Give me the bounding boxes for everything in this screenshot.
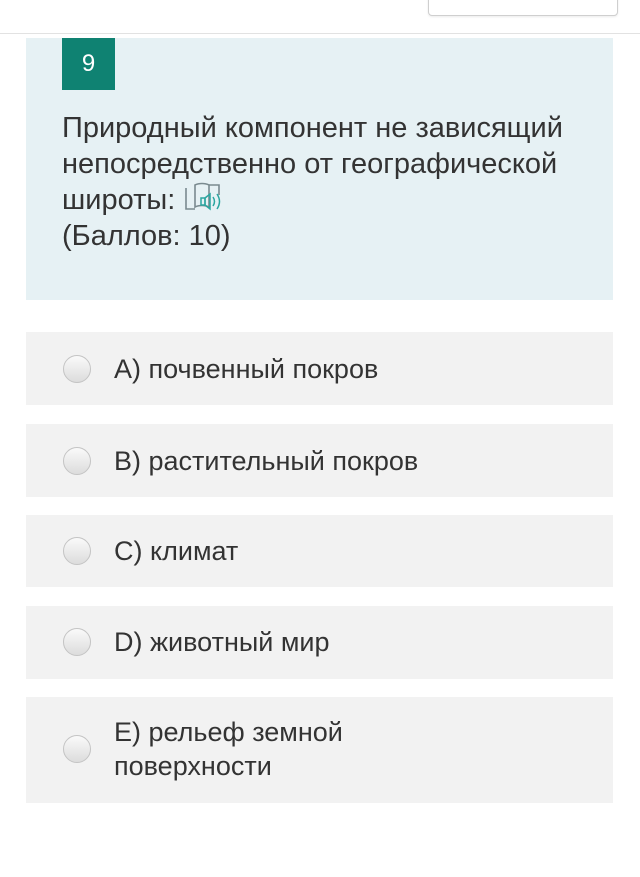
question-card: 9 Природный компонент не зависящий непос… [26, 38, 613, 300]
header-divider [0, 33, 640, 34]
radio-button-d[interactable] [63, 628, 91, 656]
question-text: Природный компонент не зависящий непосре… [62, 112, 563, 216]
top-input-field[interactable] [428, 0, 618, 16]
read-aloud-icon[interactable] [183, 181, 225, 215]
answer-option-e[interactable]: E) рельеф земной поверхности [26, 697, 613, 803]
answer-label-a: A) почвенный покров [114, 354, 379, 384]
question-points: (Баллов: 10) [62, 220, 231, 253]
answer-option-d[interactable]: D) животный мир [26, 606, 613, 679]
answer-label-b: B) растительный покров [114, 446, 419, 476]
answer-label-e: E) рельеф земной поверхности [114, 717, 343, 781]
radio-button-b[interactable] [63, 447, 91, 475]
radio-button-a[interactable] [63, 355, 91, 383]
answer-option-c[interactable]: C) климат [26, 515, 613, 587]
answer-label-c: C) климат [114, 536, 239, 566]
radio-button-c[interactable] [63, 537, 91, 565]
question-text-block: Природный компонент не зависящий непосре… [62, 110, 592, 254]
answer-option-a[interactable]: A) почвенный покров [26, 332, 613, 405]
answer-label-d: D) животный мир [114, 627, 330, 657]
radio-button-e[interactable] [63, 735, 91, 763]
quiz-page: 9 Природный компонент не зависящий непос… [0, 0, 640, 877]
answer-option-b[interactable]: B) растительный покров [26, 424, 613, 497]
question-number-badge: 9 [62, 38, 115, 90]
